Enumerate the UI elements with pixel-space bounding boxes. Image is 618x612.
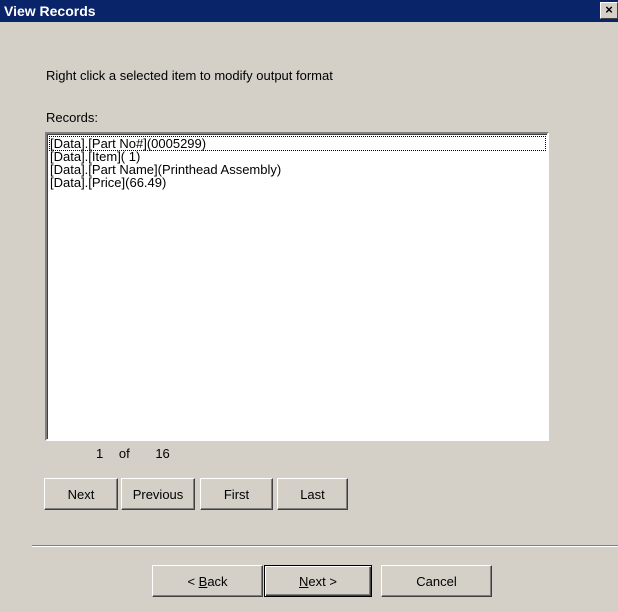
close-button[interactable]: ×	[600, 2, 618, 19]
records-listbox[interactable]: [Data].[Part No#](0005299) [Data].[Item]…	[45, 132, 549, 441]
first-record-button[interactable]: First	[200, 478, 273, 510]
list-item[interactable]: [Data].[Price](66.49)	[50, 176, 547, 189]
next-button[interactable]: Next >	[264, 565, 372, 597]
next-accel: N	[299, 573, 309, 589]
records-label: Records:	[46, 110, 99, 125]
of-label: of	[118, 446, 130, 461]
last-record-button[interactable]: Last	[277, 478, 348, 510]
title-bar: View Records ×	[0, 0, 618, 22]
total-records: 16	[155, 446, 170, 461]
separator	[32, 545, 618, 547]
back-prefix: <	[187, 573, 199, 589]
cancel-button[interactable]: Cancel	[381, 565, 492, 597]
window-title: View Records	[4, 3, 96, 19]
close-icon: ×	[605, 2, 613, 17]
current-record: 1	[96, 446, 104, 461]
back-rest: ack	[207, 573, 228, 589]
back-button[interactable]: < Back	[152, 565, 263, 597]
previous-record-button[interactable]: Previous	[121, 478, 195, 510]
instruction-text: Right click a selected item to modify ou…	[46, 68, 333, 83]
next-rest: ext >	[308, 573, 337, 589]
record-counter: 1 of 16	[96, 446, 170, 461]
next-record-button[interactable]: Next	[44, 478, 118, 510]
